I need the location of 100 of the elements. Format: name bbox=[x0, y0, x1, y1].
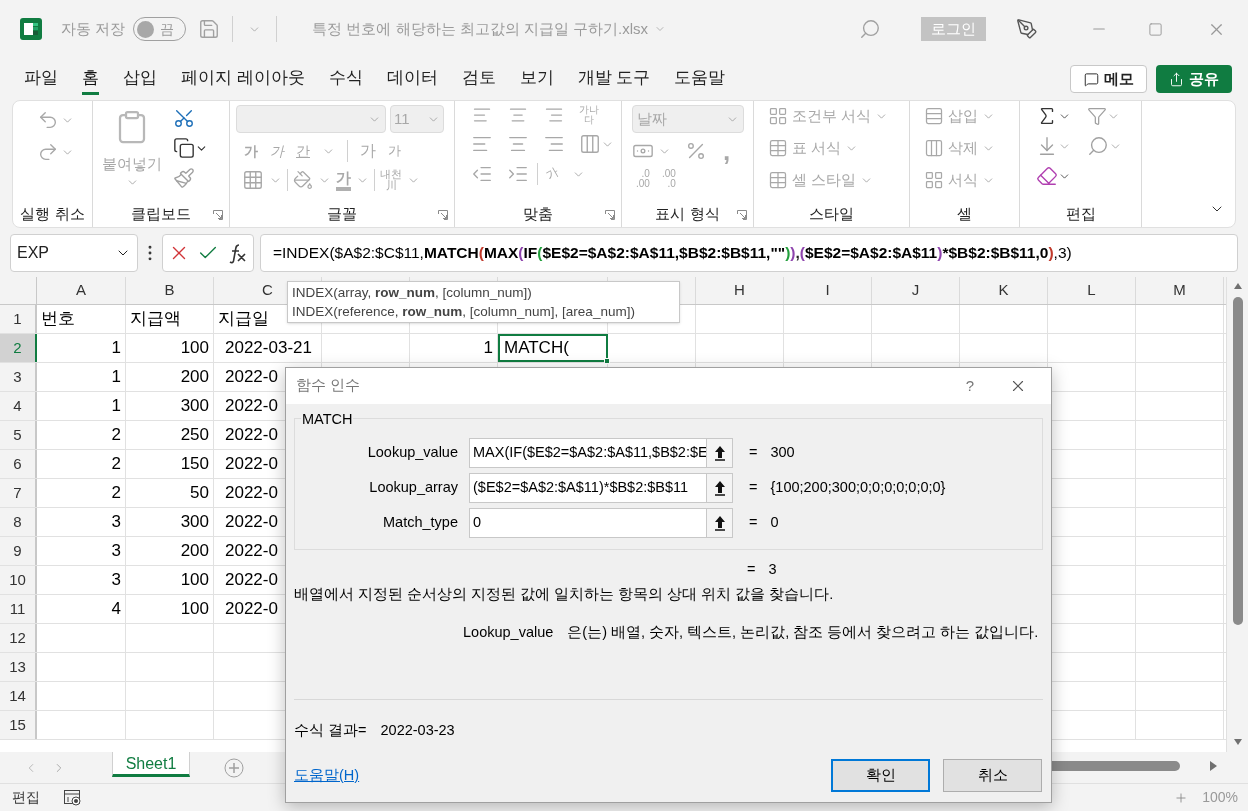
ribbon-tab[interactable]: 도움말 bbox=[674, 63, 726, 95]
tooltip-line: INDEX(reference, row_num, [column_num], [area_num]) bbox=[292, 303, 636, 321]
table-cell[interactable]: 2 bbox=[111, 422, 121, 448]
active-cell[interactable]: MATCH( bbox=[498, 334, 608, 362]
dialog-button[interactable]: 확인 bbox=[831, 759, 930, 793]
zoom-in-icon[interactable] bbox=[1174, 790, 1189, 805]
table-cell[interactable]: 2022-0 bbox=[225, 393, 278, 419]
row-header[interactable]: 10 bbox=[0, 566, 37, 594]
table-cell[interactable]: 1 bbox=[483, 335, 493, 361]
table-cell[interactable]: 2 bbox=[111, 451, 121, 477]
formula-field[interactable]: =INDEX($A$2:$C$11,MATCH(MAX(IF($E$2=$A$2:$A$11,$B$2:$B$11,"")),($E$2=$A$2:$A$11)*$B$2:$B$11,0),3) bbox=[260, 234, 1238, 272]
table-cell[interactable]: 100 bbox=[180, 335, 209, 361]
ribbon-tab[interactable]: 데이터 bbox=[386, 63, 438, 95]
table-cell[interactable]: 번호 bbox=[41, 306, 75, 332]
row-header[interactable]: 7 bbox=[0, 479, 37, 507]
table-cell[interactable]: 250 bbox=[180, 422, 209, 448]
row-header[interactable]: 11 bbox=[0, 595, 37, 623]
fill-handle[interactable] bbox=[604, 358, 610, 364]
table-cell[interactable]: 지급액 bbox=[130, 306, 181, 332]
column-header[interactable]: C bbox=[262, 279, 273, 302]
row-header[interactable]: 2 bbox=[0, 334, 37, 362]
ribbon-tab[interactable]: 파일 bbox=[24, 63, 58, 95]
row-header[interactable]: 8 bbox=[0, 508, 37, 536]
table-cell[interactable]: 2022-03-21 bbox=[225, 335, 312, 361]
pen-icon[interactable] bbox=[1016, 18, 1038, 40]
table-cell[interactable]: 100 bbox=[180, 596, 209, 622]
column-header[interactable]: M bbox=[1173, 279, 1186, 302]
ribbon-tab[interactable]: 삽입 bbox=[123, 63, 157, 95]
row-header[interactable]: 3 bbox=[0, 363, 37, 391]
add-sheet-icon[interactable] bbox=[224, 757, 244, 778]
argument-label: Match_type bbox=[382, 513, 458, 533]
table-cell[interactable]: 2022-0 bbox=[225, 451, 278, 477]
column-header[interactable]: L bbox=[1087, 279, 1096, 302]
help-link[interactable]: 도움말(H) bbox=[294, 764, 360, 787]
row-header[interactable]: 6 bbox=[0, 450, 37, 478]
column-header[interactable]: B bbox=[164, 279, 175, 302]
share-button[interactable]: 공유 bbox=[1156, 65, 1232, 93]
save-icon[interactable] bbox=[198, 18, 221, 40]
table-cell[interactable]: 150 bbox=[180, 451, 209, 477]
table-cell[interactable]: 2022-0 bbox=[225, 364, 278, 390]
table-cell[interactable]: 2022-0 bbox=[225, 567, 278, 593]
argument-field[interactable]: ($E$2=$A$2:$A$11)*$B$2:$B$11 bbox=[469, 473, 733, 503]
table-cell[interactable]: 지급일 bbox=[218, 306, 269, 332]
ribbon-tab[interactable]: 수식 bbox=[328, 63, 363, 95]
argument-field[interactable]: 0 bbox=[469, 508, 733, 538]
table-cell[interactable]: 2022-0 bbox=[225, 538, 278, 564]
ribbon-tab[interactable]: 개발 도구 bbox=[577, 63, 651, 95]
column-header[interactable]: K bbox=[998, 279, 1009, 302]
ribbon-tab[interactable]: 보기 bbox=[519, 63, 554, 95]
row-header[interactable]: 5 bbox=[0, 421, 37, 449]
table-cell[interactable]: 3 bbox=[111, 567, 121, 593]
row-header[interactable]: 9 bbox=[0, 537, 37, 565]
table-cell[interactable]: 3 bbox=[111, 538, 121, 564]
table-cell[interactable]: 2022-0 bbox=[225, 422, 278, 448]
table-cell[interactable]: 1 bbox=[111, 335, 121, 361]
table-cell[interactable]: 1 bbox=[111, 393, 121, 419]
collapse-dialog-icon[interactable] bbox=[713, 480, 726, 496]
memo-button[interactable]: 메모 bbox=[1070, 65, 1147, 93]
macro-record-icon[interactable] bbox=[64, 789, 82, 806]
table-cell[interactable]: 1 bbox=[111, 364, 121, 390]
ribbon-tab[interactable]: 홈 bbox=[82, 63, 99, 95]
column-header[interactable]: J bbox=[911, 279, 920, 302]
scroll-right-icon[interactable] bbox=[1210, 761, 1217, 771]
table-cell[interactable]: 200 bbox=[180, 364, 209, 390]
table-cell[interactable]: 300 bbox=[180, 393, 209, 419]
table-cell[interactable]: 300 bbox=[180, 509, 209, 535]
table-cell[interactable]: 2022-0 bbox=[225, 480, 278, 506]
scroll-up-icon[interactable] bbox=[1234, 283, 1242, 289]
table-cell[interactable]: 3 bbox=[111, 509, 121, 535]
group-label: 셀 bbox=[957, 204, 972, 224]
table-cell[interactable]: 200 bbox=[180, 538, 209, 564]
table-cell[interactable]: 2 bbox=[111, 480, 121, 506]
collapse-dialog-icon[interactable] bbox=[713, 445, 726, 461]
name-box[interactable]: EXP bbox=[10, 234, 138, 272]
row-header[interactable]: 14 bbox=[0, 682, 37, 710]
table-cell[interactable]: 2022-0 bbox=[225, 509, 278, 535]
row-header[interactable]: 4 bbox=[0, 392, 37, 420]
row-header[interactable]: 13 bbox=[0, 653, 37, 681]
maximize-icon[interactable] bbox=[1148, 21, 1163, 37]
table-cell[interactable]: 100 bbox=[180, 567, 209, 593]
dialog-button[interactable]: 취소 bbox=[943, 759, 1042, 793]
help-button[interactable]: ? bbox=[955, 374, 985, 398]
column-header[interactable]: H bbox=[734, 279, 745, 302]
scroll-down-icon[interactable] bbox=[1234, 739, 1242, 745]
undo-icon[interactable] bbox=[37, 109, 59, 131]
sheet-tab[interactable]: Sheet1 bbox=[112, 752, 190, 777]
collapse-dialog-icon[interactable] bbox=[713, 515, 726, 531]
row-header[interactable]: 1 bbox=[0, 305, 37, 333]
column-header[interactable]: A bbox=[76, 279, 86, 302]
table-cell[interactable]: 4 bbox=[111, 596, 121, 622]
ribbon-tab[interactable]: 페이지 레이아웃 bbox=[181, 63, 305, 95]
ribbon-tab[interactable]: 검토 bbox=[461, 63, 496, 95]
column-header[interactable]: I bbox=[825, 279, 830, 302]
search-icon[interactable] bbox=[859, 18, 881, 40]
row-header[interactable]: 12 bbox=[0, 624, 37, 652]
vertical-scrollbar-thumb[interactable] bbox=[1233, 297, 1243, 625]
table-cell[interactable]: 50 bbox=[190, 480, 209, 506]
redo-icon[interactable] bbox=[37, 141, 59, 163]
table-cell[interactable]: 2022-0 bbox=[225, 596, 278, 622]
row-header[interactable]: 15 bbox=[0, 711, 37, 739]
